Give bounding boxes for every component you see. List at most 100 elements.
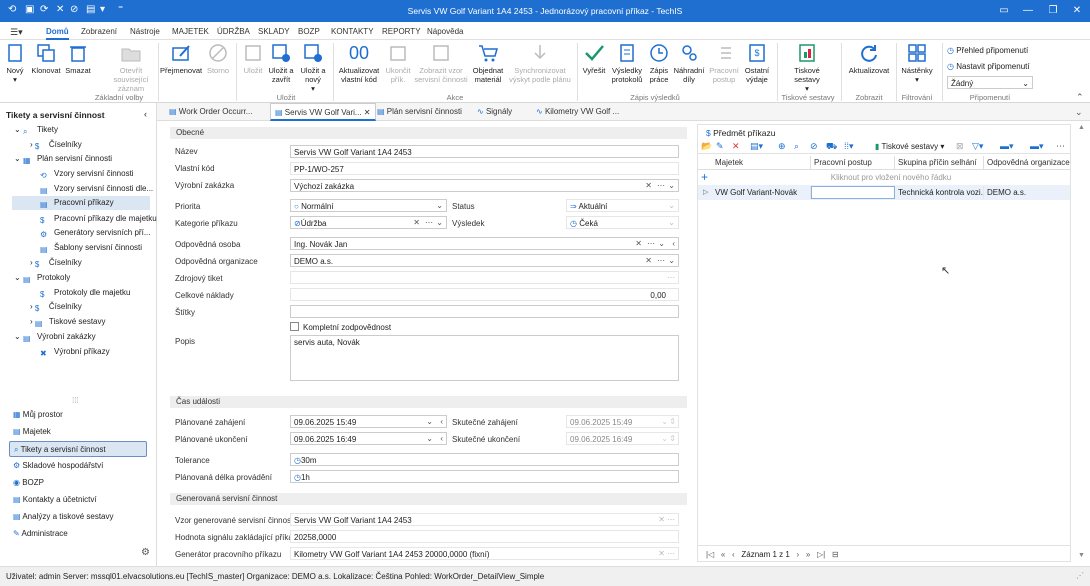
refresh-button[interactable]: Aktualizovat bbox=[845, 42, 893, 75]
clear-icon[interactable]: ✕ bbox=[635, 239, 642, 248]
delete-button[interactable]: Smazat bbox=[64, 42, 92, 75]
menu-view[interactable]: Zobrazení bbox=[81, 27, 117, 36]
print-reports-button[interactable]: Tiskové sestavy ▾ bbox=[786, 42, 828, 93]
splitter-grip[interactable]: ⁞⁞⁞ bbox=[72, 396, 79, 405]
update-code-button[interactable]: 00 Aktualizovat vlastní kód bbox=[336, 42, 382, 84]
planned-start-field[interactable]: 09.06.2025 15:49 ⌄ ‹ bbox=[290, 415, 447, 428]
chevron-left-icon[interactable]: ‹ bbox=[672, 239, 675, 248]
pager-more-icon[interactable]: ⊟ bbox=[832, 550, 839, 559]
more-icon[interactable]: ⋯ bbox=[657, 256, 665, 265]
nav-my-space[interactable]: ▦ Můj prostor bbox=[13, 410, 63, 419]
name-field[interactable]: Servis VW Golf Variant 1A4 2453 bbox=[290, 145, 679, 158]
check-circle-icon[interactable]: ⊘ bbox=[810, 141, 818, 152]
work-procedure-button[interactable]: Pracovní postup bbox=[707, 42, 741, 84]
save-new-button[interactable]: Uložit a nový ▾ bbox=[298, 42, 328, 93]
filter-icon[interactable]: ▽▾ bbox=[972, 141, 983, 152]
menu-tools[interactable]: Nástroje bbox=[130, 27, 160, 36]
open-related-button[interactable]: Otevřít související záznam bbox=[105, 42, 157, 93]
restore-icon[interactable]: ❐ bbox=[1043, 5, 1063, 16]
order-material-button[interactable]: Objednat materiál bbox=[470, 42, 506, 84]
next-page-icon[interactable]: › bbox=[797, 550, 800, 559]
col-failure-group[interactable]: Skupina příčin selhání bbox=[895, 156, 984, 169]
more-icon[interactable]: ⋯ bbox=[647, 239, 655, 248]
tree-service-plan[interactable]: ⌄ ▦ Plán servisní činnosti bbox=[14, 154, 112, 166]
tree-protocols[interactable]: ⌄ ▤ Protokoly bbox=[14, 273, 70, 285]
layout-icon[interactable]: ▬▾ bbox=[1000, 141, 1014, 152]
description-textarea[interactable]: servis auta, Novák bbox=[290, 335, 679, 381]
collapse-ribbon-icon[interactable]: ⌃ bbox=[1076, 92, 1084, 103]
complete-responsibility-checkbox[interactable]: Kompletní zodpovědnost bbox=[290, 322, 391, 332]
tree-codelists-3[interactable]: › $ Číselníky bbox=[30, 302, 82, 314]
cell-asset[interactable]: VW Golf Variant-Novák bbox=[712, 186, 811, 199]
next-page-block-icon[interactable]: » bbox=[806, 550, 810, 559]
add-circle-icon[interactable]: ⊕ bbox=[778, 141, 786, 152]
planned-end-field[interactable]: 09.06.2025 16:49 ⌄ ‹ bbox=[290, 432, 447, 445]
new-button[interactable]: Nový ▾ bbox=[3, 42, 27, 84]
set-reminder-button[interactable]: ◷ Nastavit připomenutí bbox=[947, 62, 1030, 71]
settings-gear-icon[interactable]: ⚙ bbox=[141, 547, 150, 558]
tree-protocols-by-asset[interactable]: $ Protokoly dle majetku bbox=[40, 288, 130, 300]
responsible-person-field[interactable]: Ing. Novák Jan ✕ ⋯ ⌄ ‹ bbox=[290, 237, 679, 250]
menu-contacts[interactable]: KONTAKTY bbox=[331, 27, 374, 36]
tree-print-reports[interactable]: › ▤ Tiskové sestavy bbox=[30, 317, 106, 329]
expand-icon[interactable]: ⌄ bbox=[14, 154, 23, 163]
nav-analytics[interactable]: ▤ Analýzy a tiskové sestavy bbox=[13, 512, 114, 521]
app-menu-icon[interactable]: ☰▾ bbox=[10, 27, 23, 38]
tree-work-orders[interactable]: ▤ Pracovní příkazy bbox=[12, 196, 150, 210]
add-row-icon[interactable]: + bbox=[701, 170, 708, 184]
nav-assets[interactable]: ▤ Majetek bbox=[13, 427, 51, 436]
chevron-down-icon[interactable]: ⌄ bbox=[436, 201, 443, 210]
tree-production-commands[interactable]: ✖ Výrobní příkazy bbox=[40, 347, 110, 359]
cell-responsible-org[interactable]: DEMO a.s. bbox=[984, 186, 1070, 199]
chevron-left-icon[interactable]: ‹ bbox=[440, 434, 443, 443]
tolerance-field[interactable]: ◷30m bbox=[290, 453, 679, 466]
expand-icon[interactable]: ⌄ bbox=[14, 332, 23, 341]
tabs-dropdown-icon[interactable]: ⌄ bbox=[1075, 107, 1083, 118]
resize-grip-icon[interactable]: ⋰ bbox=[1076, 571, 1084, 580]
expand-icon[interactable]: ⌄ bbox=[14, 273, 23, 282]
nav-bozp[interactable]: ◉ BOZP bbox=[13, 478, 44, 487]
last-page-icon[interactable]: ▷| bbox=[817, 550, 825, 559]
chevron-down-icon[interactable]: ⌄ bbox=[668, 256, 675, 265]
show-template-button[interactable]: Zobrazit vzor servisní činnosti bbox=[414, 42, 468, 84]
nav-warehouse[interactable]: ⚙ Skladové hospodářství bbox=[13, 461, 103, 470]
edit-icon[interactable]: ✎ bbox=[716, 141, 724, 152]
more-icon[interactable]: ⋯ bbox=[657, 181, 665, 190]
col-procedure[interactable]: Pracovní postup bbox=[811, 156, 895, 169]
responsible-org-field[interactable]: DEMO a.s. ✕ ⋯ ⌄ bbox=[290, 254, 679, 267]
clear-icon[interactable]: ✕ bbox=[645, 181, 652, 190]
menu-maintenance[interactable]: ÚDRŽBA bbox=[217, 27, 250, 36]
clear-icon[interactable]: ✕ bbox=[413, 218, 420, 227]
first-page-icon[interactable]: |◁ bbox=[706, 550, 714, 559]
open-icon[interactable]: 📂 bbox=[701, 141, 712, 152]
chevron-down-icon[interactable]: ⌄ bbox=[426, 417, 433, 426]
cancel-button[interactable]: Storno bbox=[205, 42, 231, 75]
columns-icon[interactable]: ⁞⁞▾ bbox=[844, 141, 854, 152]
tree-tickets[interactable]: ⌄ ⌕ Tikety bbox=[14, 125, 58, 137]
other-expenses-button[interactable]: $ Ostatní výdaje bbox=[742, 42, 772, 84]
new-row-placeholder[interactable]: Kliknout pro vložení nového řádku bbox=[712, 173, 1070, 182]
col-responsible-org[interactable]: Odpovědná organizace bbox=[984, 156, 1070, 169]
collapse-sidebar-icon[interactable]: ‹ bbox=[144, 109, 147, 119]
row-expand-icon[interactable]: ▷ bbox=[703, 188, 708, 196]
reminder-overview-button[interactable]: ◷ Přehled připomenutí bbox=[947, 46, 1028, 55]
grid-reports-button[interactable]: ▮ Tiskové sestavy ▾ bbox=[875, 142, 944, 151]
menu-help[interactable]: Nápověda bbox=[427, 27, 463, 36]
clear-icon[interactable]: ✕ bbox=[645, 256, 652, 265]
tree-service-templates-by[interactable]: ▤ Vzory servisní činnosti dle... bbox=[40, 184, 153, 196]
menu-assets[interactable]: MAJETEK bbox=[172, 27, 209, 36]
chevron-down-icon[interactable]: ⌄ bbox=[668, 181, 675, 190]
cart-icon[interactable]: ⛟ bbox=[826, 141, 837, 153]
list-icon[interactable]: ▤▾ bbox=[750, 141, 763, 152]
scroll-up-icon[interactable]: ▲ bbox=[1078, 124, 1085, 131]
chevron-down-icon[interactable]: ⌄ bbox=[658, 239, 665, 248]
cell-failure-group[interactable]: Technická kontrola vozi... bbox=[895, 186, 984, 199]
filter-clear-icon[interactable]: ⊠ bbox=[956, 141, 964, 152]
tab-servis-vw-golf[interactable]: ▤ Servis VW Golf Vari... ✕ bbox=[270, 103, 376, 121]
order-category-field[interactable]: ⊘Údržba ✕ ⋯ ⌄ bbox=[290, 216, 447, 229]
tags-field[interactable] bbox=[290, 305, 679, 318]
tab-kilometers[interactable]: ∿ Kilometry VW Golf ... bbox=[536, 107, 619, 116]
menu-bozp[interactable]: BOZP bbox=[298, 27, 320, 36]
scroll-down-icon[interactable]: ▼ bbox=[1078, 552, 1085, 559]
spare-parts-button[interactable]: Náhradní díly bbox=[673, 42, 705, 84]
